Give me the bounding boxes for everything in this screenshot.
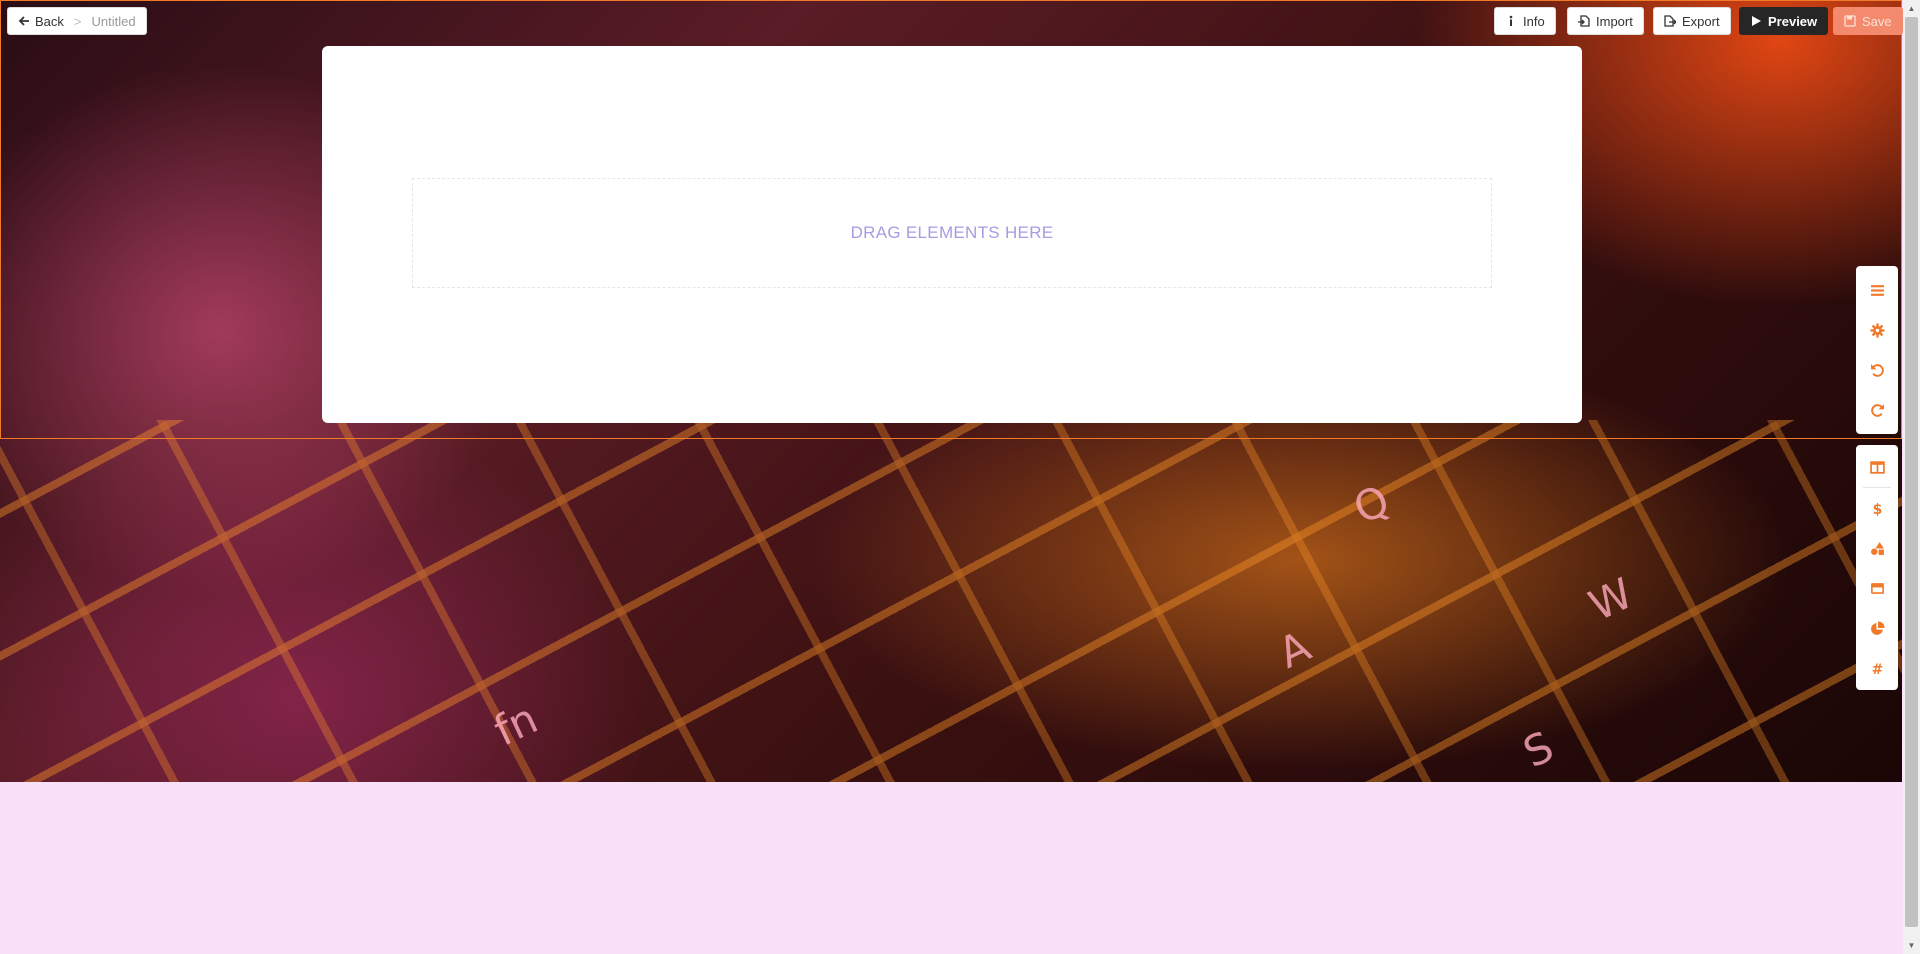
save-button[interactable]: Save [1833,7,1903,35]
preview-button[interactable]: Preview [1739,7,1829,35]
import-icon [1578,15,1590,27]
breadcrumb: Back > Untitled [7,7,147,35]
floppy-disk-icon [1844,15,1856,27]
undo-button[interactable] [1856,350,1898,390]
shape-blocks-button[interactable] [1856,528,1898,568]
dollar-icon: $ [1872,501,1882,515]
hashtag-icon: # [1871,661,1883,675]
gear-icon [1870,323,1884,337]
pie-chart-icon [1870,621,1884,635]
redo-button[interactable] [1856,390,1898,430]
svg-text:#: # [1871,661,1883,675]
back-button[interactable]: Back [18,14,64,29]
drop-zone[interactable]: DRAG ELEMENTS HERE [412,178,1492,288]
info-icon [1509,15,1513,26]
editor-canvas[interactable]: fn A S W Q DRAG ELEMENTS HERE [0,0,1902,782]
chart-blocks-button[interactable] [1856,608,1898,648]
play-icon [1752,16,1761,26]
card-blocks-button[interactable] [1856,568,1898,608]
layout-blocks-button[interactable] [1856,447,1898,487]
side-toolbar-bottom: $ # [1856,445,1898,690]
menu-icon [1870,284,1884,296]
export-icon [1664,15,1676,27]
layers-menu-button[interactable] [1856,270,1898,310]
arrow-left-icon [18,16,29,26]
back-button-label: Back [35,13,64,29]
columns-icon [1869,460,1885,474]
pricing-blocks-button[interactable]: $ [1856,488,1898,528]
preview-button-label: Preview [1768,13,1818,29]
export-button[interactable]: Export [1653,7,1731,35]
scroll-thumb[interactable] [1905,17,1918,927]
document-title: Untitled [91,13,136,29]
import-button[interactable]: Import [1567,7,1644,35]
svg-text:$: $ [1872,501,1882,515]
info-button-label: Info [1523,13,1545,29]
save-button-label: Save [1862,13,1892,29]
drop-zone-text: DRAG ELEMENTS HERE [850,223,1054,242]
redo-icon [1870,403,1884,417]
info-button[interactable]: Info [1494,7,1556,35]
import-button-label: Import [1596,13,1633,29]
settings-button[interactable] [1856,310,1898,350]
shapes-icon [1870,541,1884,555]
undo-icon [1870,363,1884,377]
page-scrollbar[interactable]: ▲ ▼ [1903,0,1920,954]
breadcrumb-separator: > [73,13,82,29]
export-button-label: Export [1682,13,1720,29]
card-icon [1870,582,1884,594]
side-toolbar-top [1856,266,1898,434]
code-blocks-button[interactable]: # [1856,648,1898,688]
content-card[interactable]: DRAG ELEMENTS HERE [322,46,1582,423]
scroll-up-arrow[interactable]: ▲ [1903,0,1920,17]
scroll-down-arrow[interactable]: ▼ [1903,937,1920,954]
